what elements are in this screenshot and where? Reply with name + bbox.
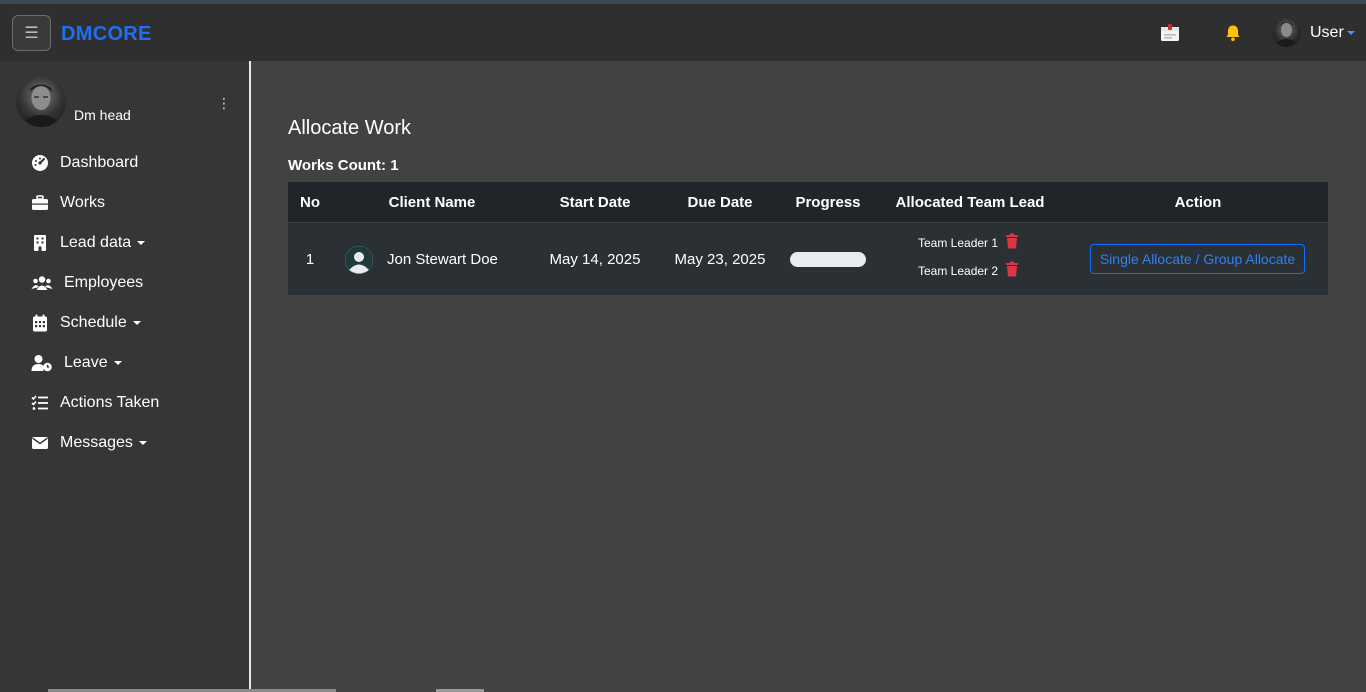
chevron-down-icon [132,321,141,325]
due-date: May 23, 2025 [674,251,766,268]
sidebar-item-schedule[interactable]: Schedule [30,312,141,334]
works-count: Works Count: 1 [288,157,399,174]
team-lead-name: Team Leader 2 [918,263,999,278]
progress-bar [790,252,866,267]
user-menu-toggle[interactable]: User [1310,24,1355,42]
sidebar: Dm head ⋮ Dashboard Works Lead data Empl… [0,61,249,692]
client-avatar-icon [345,246,373,274]
column-header-team-lead: Allocated Team Lead [895,194,1045,211]
sidebar-item-label: Actions Taken [60,394,160,411]
brand-logo[interactable]: DMCORE [61,23,152,46]
allocate-button[interactable]: Single Allocate / Group Allocate [1090,244,1305,274]
column-header-progress: Progress [795,194,861,211]
sidebar-item-messages[interactable]: Messages [30,432,147,454]
user-avatar[interactable] [1272,18,1301,47]
sidebar-item-works[interactable]: Works [30,192,105,214]
id-card-icon[interactable] [1160,24,1180,42]
works-table: No Client Name Start Date Due Date Progr… [288,182,1328,295]
sidebar-item-label: Employees [64,274,144,291]
sidebar-item-leave[interactable]: Leave [30,352,122,374]
user-clock-icon [30,353,54,373]
sidebar-item-dashboard[interactable]: Dashboard [30,152,138,174]
column-header-action: Action [1174,194,1222,211]
column-header-no: No [300,194,320,211]
team-lead-item: Team Leader 2 [918,261,1019,280]
sidebar-toggle-button[interactable]: ☰ [12,15,51,51]
hamburger-icon: ☰ [24,25,39,42]
sidebar-item-label: Lead data [60,234,132,251]
users-icon [30,273,54,293]
gauge-icon [30,153,50,173]
profile-name: Dm head [74,107,131,123]
chevron-down-icon [1346,30,1355,35]
table-header: No Client Name Start Date Due Date Progr… [288,182,1328,222]
sidebar-item-label: Dashboard [60,154,139,171]
calendar-icon [30,313,50,333]
column-header-start-date: Start Date [559,194,631,211]
briefcase-icon [30,193,50,213]
chevron-down-icon [138,441,147,445]
team-lead-item: Team Leader 1 [918,233,1019,252]
sidebar-item-label: Messages [60,434,133,451]
envelope-icon [30,433,50,453]
column-header-client-name: Client Name [388,194,476,211]
start-date: May 14, 2025 [549,251,641,268]
building-icon [30,233,50,253]
bell-icon[interactable] [1224,24,1242,42]
top-navbar: ☰ DMCORE User [0,4,1366,61]
row-number: 1 [305,251,315,268]
page-title: Allocate Work [288,117,412,139]
trash-icon[interactable] [1005,233,1019,252]
profile-options-icon[interactable]: ⋮ [217,95,231,111]
trash-icon[interactable] [1005,261,1019,280]
column-header-due-date: Due Date [687,194,753,211]
sidebar-item-lead-data[interactable]: Lead data [30,232,146,254]
sidebar-item-label: Schedule [60,314,127,331]
sidebar-divider [249,61,251,692]
sidebar-item-actions-taken[interactable]: Actions Taken [30,392,159,414]
chevron-down-icon [137,241,146,245]
team-lead-name: Team Leader 1 [918,235,999,250]
profile-avatar [16,77,66,127]
table-row: 1 Jon Stewart Doe May 14, 2025 May 23, 2… [288,222,1328,295]
sidebar-item-employees[interactable]: Employees [30,272,143,294]
list-check-icon [30,393,50,413]
chevron-down-icon [113,361,122,365]
client-name: Jon Stewart Doe [387,251,498,268]
sidebar-item-label: Leave [64,354,108,371]
user-menu-label: User [1310,24,1344,41]
sidebar-item-label: Works [60,194,106,211]
